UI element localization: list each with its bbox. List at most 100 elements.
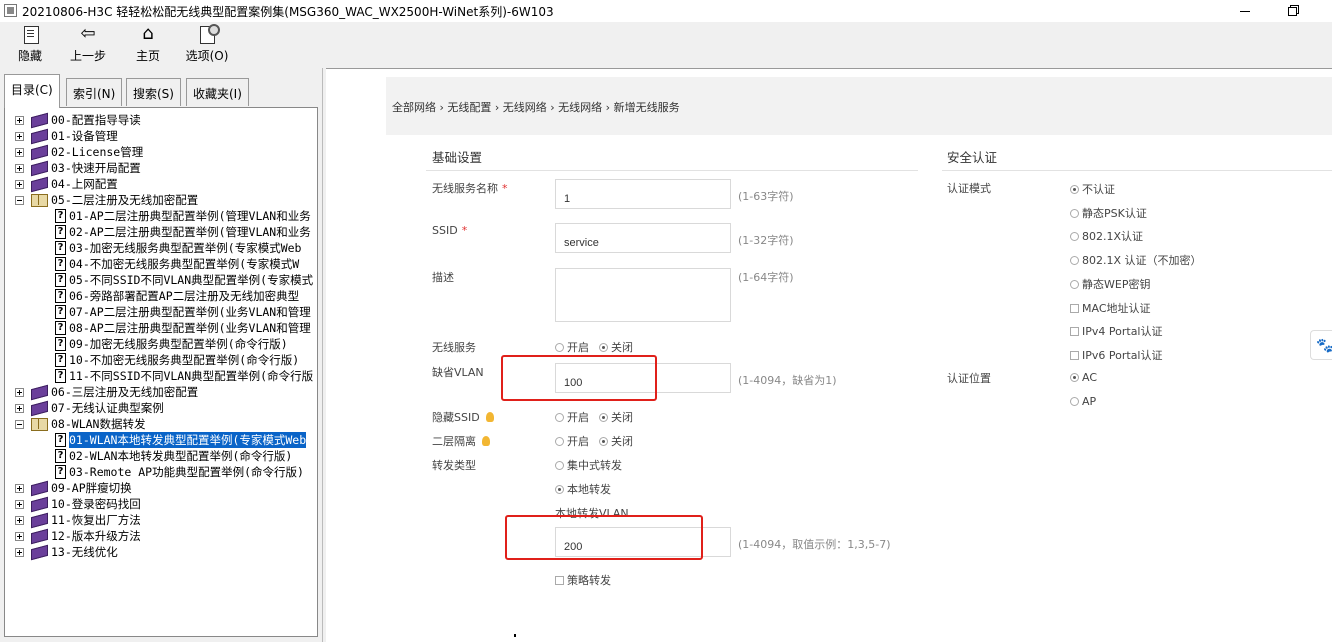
book-icon <box>31 513 48 526</box>
book-icon <box>31 497 48 510</box>
service-name-input[interactable] <box>555 179 731 209</box>
help-page-icon: ? <box>55 433 66 447</box>
tree-item-label: 12-版本升级方法 <box>51 529 141 543</box>
paw-icon: 🐾 <box>1316 338 1332 354</box>
auth-mode-radio[interactable]: 静态PSK认证 <box>1070 205 1147 221</box>
tab-favorites[interactable]: 收藏夹(I) <box>186 78 249 106</box>
wireless-service-label: 无线服务 <box>432 341 476 354</box>
hide-ssid-on-radio[interactable]: 开启 <box>555 409 589 425</box>
tree-item-label: 03-Remote AP功能典型配置举例(命令行版) <box>69 465 304 479</box>
expand-icon[interactable] <box>15 516 24 525</box>
ssid-input[interactable] <box>555 223 731 253</box>
tree-item-label: 04-不加密无线服务典型配置举例(专家模式W <box>69 257 300 271</box>
book-icon <box>31 529 48 542</box>
tree-item-label: 07-无线认证典型案例 <box>51 401 164 415</box>
title-bar: 20210806-H3C 轻轻松松配无线典型配置案例集(MSG360_WAC_W… <box>0 0 1332 22</box>
expand-icon[interactable] <box>15 148 24 157</box>
hint-bulb-icon <box>485 412 494 422</box>
auth-mode-radio[interactable]: 802.1X 认证（不加密） <box>1070 252 1202 268</box>
expand-icon[interactable] <box>15 164 24 173</box>
tree-item-label: 05-二层注册及无线加密配置 <box>51 193 199 207</box>
help-page-icon: ? <box>55 305 66 319</box>
ssid-label: SSID * <box>432 224 468 237</box>
tree-item-label: 10-登录密码找回 <box>51 497 141 511</box>
restore-icon[interactable] <box>1284 2 1302 18</box>
tree-item-label: 11-恢复出厂方法 <box>51 513 141 527</box>
tree-item-label: 05-不同SSID不同VLAN典型配置举例(专家模式 <box>69 273 314 287</box>
expand-icon[interactable] <box>15 548 24 557</box>
help-page-icon: ? <box>55 369 66 383</box>
hint-bulb-icon <box>482 436 490 446</box>
help-page-icon: ? <box>55 225 66 239</box>
collapse-icon[interactable] <box>15 196 24 205</box>
highlight-box-default-vlan <box>501 355 657 401</box>
tree-item-label: 03-加密无线服务典型配置举例(专家模式Web <box>69 241 302 255</box>
auth-location-label: 认证位置 <box>947 372 991 385</box>
highlight-box-local-vlan <box>505 515 703 560</box>
tree-item-label: 09-加密无线服务典型配置举例(命令行版) <box>69 337 288 351</box>
tree-item-label: 11-不同SSID不同VLAN典型配置举例(命令行版 <box>69 369 314 383</box>
auth-mode-checkbox[interactable]: IPv4 Portal认证 <box>1070 323 1163 339</box>
hide-button[interactable]: 隐藏 <box>10 22 50 66</box>
expand-icon[interactable] <box>15 532 24 541</box>
tree-item-label: 01-设备管理 <box>51 129 118 143</box>
tree-item-label: 03-快速开局配置 <box>51 161 141 175</box>
tree-item-label: 00-配置指导导读 <box>51 113 141 127</box>
help-page-icon: ? <box>55 273 66 287</box>
central-forward-radio[interactable]: 集中式转发 <box>555 457 622 473</box>
expand-icon[interactable] <box>15 132 24 141</box>
help-page-icon: ? <box>55 321 66 335</box>
back-button[interactable]: ⇦ 上一步 <box>64 22 112 66</box>
auth-mode-checkbox[interactable]: MAC地址认证 <box>1070 300 1151 316</box>
book-icon <box>31 145 48 158</box>
minimize-icon[interactable] <box>1236 2 1254 18</box>
hide-ssid-off-radio[interactable]: 关闭 <box>599 409 633 425</box>
l2-isolation-on-radio[interactable]: 开启 <box>555 433 589 449</box>
expand-icon[interactable] <box>15 404 24 413</box>
auth-mode-label: 认证模式 <box>947 182 991 195</box>
tree-item-label: 01-WLAN本地转发典型配置举例(专家模式Web <box>67 431 308 449</box>
auth-mode-checkbox[interactable]: IPv6 Portal认证 <box>1070 347 1163 363</box>
l2-isolation-off-radio[interactable]: 关闭 <box>599 433 633 449</box>
wireless-service-off-radio[interactable]: 关闭 <box>599 339 633 355</box>
tree-item-label: 06-三层注册及无线加密配置 <box>51 385 199 399</box>
tree-item-label: 01-AP二层注册典型配置举例(管理VLAN和业务 <box>69 209 311 223</box>
expand-icon[interactable] <box>15 388 24 397</box>
auth-mode-radio[interactable]: 802.1X认证 <box>1070 228 1143 244</box>
tab-contents[interactable]: 目录(C) <box>4 74 60 108</box>
ssid-hint: (1-32字符) <box>738 234 794 247</box>
description-label: 描述 <box>432 271 454 284</box>
book-icon <box>31 481 48 494</box>
book-icon <box>31 385 48 398</box>
collapse-icon[interactable] <box>15 420 24 429</box>
auth-mode-radio[interactable]: 静态WEP密钥 <box>1070 276 1150 292</box>
auth-mode-radio[interactable]: 不认证 <box>1070 181 1115 197</box>
home-icon: ⌂ <box>142 23 154 44</box>
auth-location-radio[interactable]: AP <box>1070 395 1096 408</box>
service-name-label: 无线服务名称 * <box>432 182 508 195</box>
security-title: 安全认证 <box>947 150 998 165</box>
wireless-service-on-radio[interactable]: 开启 <box>555 339 589 355</box>
policy-forward-checkbox[interactable]: 策略转发 <box>555 572 611 588</box>
forward-type-label: 转发类型 <box>432 459 476 472</box>
expand-icon[interactable] <box>15 484 24 493</box>
help-page-icon: ? <box>55 449 66 463</box>
local-forward-radio[interactable]: 本地转发 <box>555 481 611 497</box>
description-input[interactable] <box>555 268 731 322</box>
expand-icon[interactable] <box>15 116 24 125</box>
tree-item-label: 02-License管理 <box>51 145 144 159</box>
open-book-icon <box>31 193 48 207</box>
hide-ssid-label: 隐藏SSID <box>432 409 494 425</box>
tree-item-label: 06-旁路部署配置AP二层注册及无线加密典型 <box>69 289 300 303</box>
tab-search[interactable]: 搜索(S) <box>126 78 181 106</box>
expand-icon[interactable] <box>15 180 24 189</box>
expand-icon[interactable] <box>15 500 24 509</box>
options-button[interactable]: 选项(O) <box>180 22 234 66</box>
description-hint: (1-64字符) <box>738 271 794 284</box>
help-page-icon: ? <box>55 353 66 367</box>
tree-item-label: 04-上网配置 <box>51 177 118 191</box>
auth-location-radio[interactable]: AC <box>1070 371 1097 384</box>
floating-help-button[interactable]: 🐾 <box>1310 330 1332 360</box>
home-button[interactable]: ⌂ 主页 <box>128 22 168 66</box>
tab-index[interactable]: 索引(N) <box>66 78 123 106</box>
